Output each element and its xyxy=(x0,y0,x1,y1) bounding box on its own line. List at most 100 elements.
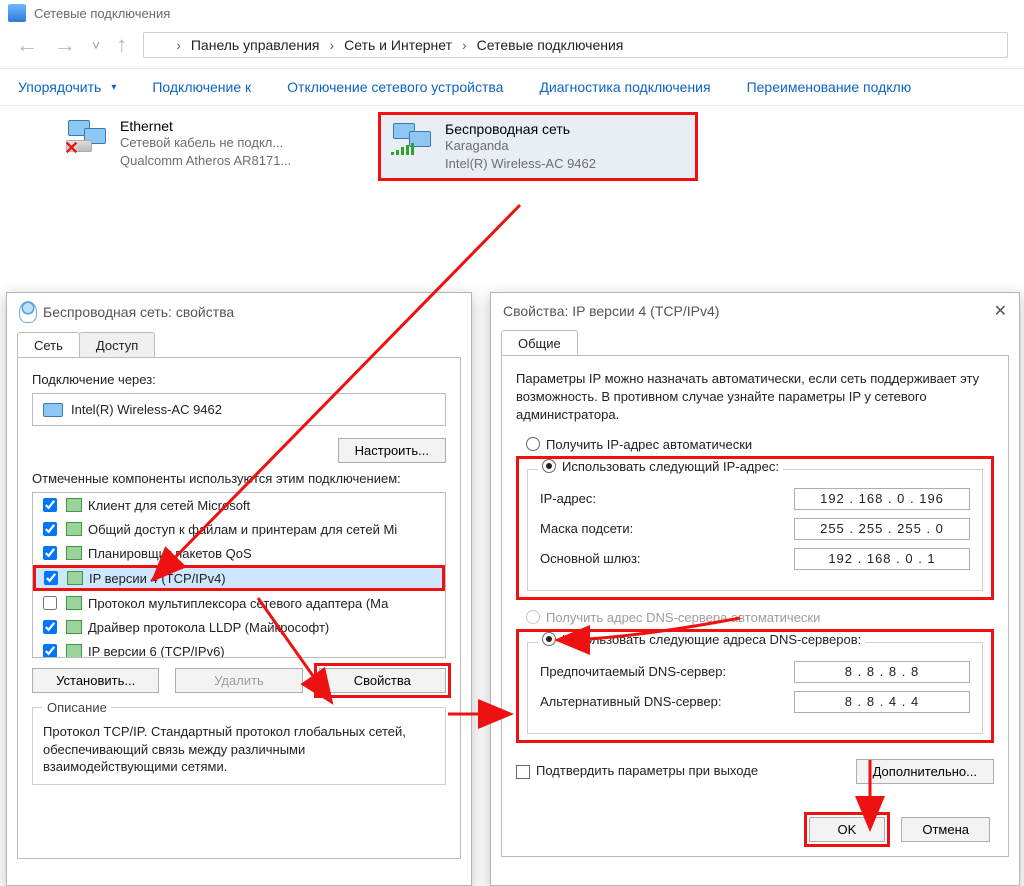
wifi-icon xyxy=(391,121,435,157)
radio-icon[interactable] xyxy=(542,459,556,473)
cb-item-2[interactable] xyxy=(43,546,57,560)
crumb-mid[interactable]: Сеть и Интернет xyxy=(344,37,452,53)
dns1-input[interactable]: 8 . 8 . 8 . 8 xyxy=(794,661,970,683)
tab-sharing[interactable]: Доступ xyxy=(79,332,155,358)
cb-item-1[interactable] xyxy=(43,522,57,536)
radio-icon xyxy=(526,437,540,451)
nav-forward-icon[interactable]: → xyxy=(54,34,76,56)
components-listbox[interactable]: Клиент для сетей Microsoft Общий доступ … xyxy=(32,492,446,658)
connections-area: ✕ Ethernet Сетевой кабель не подкл... Qu… xyxy=(0,106,1024,256)
nic-icon xyxy=(43,403,63,417)
ip-input[interactable]: 192 . 168 . 0 . 196 xyxy=(794,488,970,510)
cb-item-4[interactable] xyxy=(43,596,57,610)
cmd-diagnose[interactable]: Диагностика подключения xyxy=(539,79,710,95)
li-6: IP версии 6 (TCP/IPv6) xyxy=(88,644,225,659)
description-legend: Описание xyxy=(43,700,111,715)
radio-ip-auto[interactable]: Получить IP-адрес автоматически xyxy=(526,437,994,452)
adapter-properties-dialog: Беспроводная сеть: свойства Сеть Доступ … xyxy=(6,292,472,886)
explorer-window: Сетевые подключения ← → ˅ ↑ › Панель упр… xyxy=(0,0,1024,256)
adapter-box: Intel(R) Wireless-AC 9462 xyxy=(32,393,446,426)
component-icon xyxy=(66,498,82,512)
ip-section-highlight: Использовать следующий IP-адрес: IP-адре… xyxy=(516,456,994,600)
nav-back-icon[interactable]: ← xyxy=(16,34,38,56)
radio-dns-manual[interactable]: Использовать следующие адреса DNS-сервер… xyxy=(562,632,861,647)
dns-section-highlight: Использовать следующие адреса DNS-сервер… xyxy=(516,629,994,743)
nav-row: ← → ˅ ↑ › Панель управления › Сеть и Инт… xyxy=(0,26,1024,69)
cancel-button[interactable]: Отмена xyxy=(901,817,990,842)
li-4: Протокол мультиплексора сетевого адаптер… xyxy=(88,596,388,611)
conn-eth-device: Qualcomm Atheros AR8171... xyxy=(120,152,291,170)
gw-input[interactable]: 192 . 168 . 0 . 1 xyxy=(794,548,970,570)
conn-wifi-device: Intel(R) Wireless-AC 9462 xyxy=(445,155,596,173)
cb-item-5[interactable] xyxy=(43,620,57,634)
radio-dns-auto: Получить адрес DNS-сервера автоматически xyxy=(526,610,994,625)
connect-via-label: Подключение через: xyxy=(32,372,446,387)
mask-input[interactable]: 255 . 255 . 255 . 0 xyxy=(794,518,970,540)
tab-general[interactable]: Общие xyxy=(501,330,578,356)
component-icon xyxy=(66,596,82,610)
close-icon[interactable]: ✕ xyxy=(994,301,1007,321)
window-titlebar: Сетевые подключения xyxy=(0,0,1024,26)
cb-item-6[interactable] xyxy=(43,644,57,658)
dns-group: Использовать следующие адреса DNS-сервер… xyxy=(527,642,983,734)
description-text: Протокол TCP/IP. Стандартный протокол гл… xyxy=(43,723,435,776)
conn-eth-status: Сетевой кабель не подкл... xyxy=(120,134,291,152)
ip-group: Использовать следующий IP-адрес: IP-адре… xyxy=(527,469,983,591)
mask-label: Маска подсети: xyxy=(540,521,633,536)
uninstall-button: Удалить xyxy=(175,668,302,693)
tab-network[interactable]: Сеть xyxy=(17,332,80,358)
dns2-input[interactable]: 8 . 8 . 4 . 4 xyxy=(794,691,970,713)
dns2-label: Альтернативный DNS-сервер: xyxy=(540,694,722,709)
conn-eth-title: Ethernet xyxy=(120,118,291,134)
connection-ethernet[interactable]: ✕ Ethernet Сетевой кабель не подкл... Qu… xyxy=(56,112,376,175)
component-icon xyxy=(66,620,82,634)
li-5: Драйвер протокола LLDP (Майкрософт) xyxy=(88,620,329,635)
radio-icon xyxy=(526,610,540,624)
li-2: Планировщик пакетов QoS xyxy=(88,546,252,561)
ipv4-properties-dialog: Свойства: IP версии 4 (TCP/IPv4) ✕ Общие… xyxy=(490,292,1020,886)
cmd-disable[interactable]: Отключение сетевого устройства xyxy=(287,79,503,95)
ok-button[interactable]: OK xyxy=(809,817,886,842)
adapter-icon xyxy=(19,301,37,323)
chevron-icon: › xyxy=(329,37,334,53)
gw-label: Основной шлюз: xyxy=(540,551,641,566)
cmd-rename[interactable]: Переименование подклю xyxy=(747,79,912,95)
chevron-icon: › xyxy=(176,37,181,53)
component-icon xyxy=(66,644,82,658)
radio-ip-manual[interactable]: Использовать следующий IP-адрес: xyxy=(562,459,779,474)
connection-wifi[interactable]: Беспроводная сеть Karaganda Intel(R) Wir… xyxy=(378,112,698,181)
crumb-leaf[interactable]: Сетевые подключения xyxy=(477,37,624,53)
address-bar[interactable]: › Панель управления › Сеть и Интернет › … xyxy=(143,32,1008,58)
components-label: Отмеченные компоненты используются этим … xyxy=(32,471,446,486)
radio-icon[interactable] xyxy=(542,632,556,646)
conn-wifi-title: Беспроводная сеть xyxy=(445,121,596,137)
cmd-connect[interactable]: Подключение к xyxy=(152,79,251,95)
configure-button[interactable]: Настроить... xyxy=(338,438,446,463)
app-icon xyxy=(8,4,26,22)
ipv4-intro: Параметры IP можно назначать автоматичес… xyxy=(516,370,994,425)
window-title: Сетевые подключения xyxy=(34,6,170,21)
validate-checkbox[interactable]: Подтвердить параметры при выходе xyxy=(516,763,758,779)
nav-recent-icon[interactable]: ˅ xyxy=(92,38,100,52)
crumb-root[interactable]: Панель управления xyxy=(191,37,320,53)
props-title: Беспроводная сеть: свойства xyxy=(43,304,234,320)
command-bar: Упорядочить Подключение к Отключение сет… xyxy=(0,69,1024,106)
component-icon xyxy=(66,522,82,536)
properties-button[interactable]: Свойства xyxy=(319,668,446,693)
li-0: Клиент для сетей Microsoft xyxy=(88,498,250,513)
adapter-name: Intel(R) Wireless-AC 9462 xyxy=(71,402,222,417)
nav-up-icon[interactable]: ↑ xyxy=(116,34,127,56)
advanced-button[interactable]: Дополнительно... xyxy=(856,759,994,784)
dns1-label: Предпочитаемый DNS-сервер: xyxy=(540,664,726,679)
component-icon xyxy=(66,546,82,560)
component-icon xyxy=(67,571,83,585)
address-icon xyxy=(150,37,166,53)
li-3: IP версии 4 (TCP/IPv4) xyxy=(89,571,226,586)
conn-wifi-ssid: Karaganda xyxy=(445,137,596,155)
cb-item-0[interactable] xyxy=(43,498,57,512)
ipv4-item-highlight[interactable]: IP версии 4 (TCP/IPv4) xyxy=(33,565,445,591)
cb-item-3[interactable] xyxy=(44,571,58,585)
cmd-organize[interactable]: Упорядочить xyxy=(18,79,116,95)
install-button[interactable]: Установить... xyxy=(32,668,159,693)
ethernet-icon: ✕ xyxy=(66,118,110,154)
